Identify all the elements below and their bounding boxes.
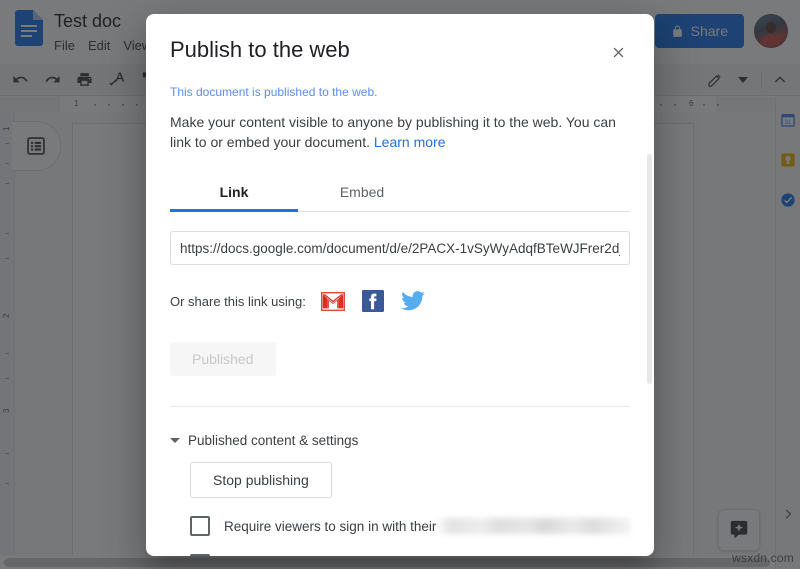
learn-more-link[interactable]: Learn more bbox=[374, 134, 446, 150]
dialog-title: Publish to the web bbox=[170, 36, 350, 64]
published-button: Published bbox=[170, 342, 276, 376]
close-icon[interactable] bbox=[606, 40, 630, 64]
stop-publishing-button[interactable]: Stop publishing bbox=[190, 462, 332, 498]
share-link-label: Or share this link using: bbox=[170, 294, 306, 309]
tab-link[interactable]: Link bbox=[170, 174, 298, 211]
published-url-value: https://docs.google.com/document/d/e/2PA… bbox=[180, 241, 620, 256]
tab-embed[interactable]: Embed bbox=[298, 174, 426, 211]
dialog-content: Publish to the web This document is publ… bbox=[146, 14, 654, 556]
require-signin-label: Require viewers to sign in with their bbox=[224, 519, 436, 534]
dialog-tabs: Link Embed bbox=[170, 174, 630, 212]
published-url-input[interactable]: https://docs.google.com/document/d/e/2PA… bbox=[170, 231, 630, 265]
twitter-icon[interactable] bbox=[400, 288, 426, 314]
require-signin-checkbox[interactable] bbox=[190, 516, 210, 536]
dialog-description: Make your content visible to anyone by p… bbox=[170, 112, 630, 152]
auto-republish-checkbox[interactable] bbox=[190, 554, 210, 556]
publish-to-web-dialog: Publish to the web This document is publ… bbox=[146, 14, 654, 556]
require-signin-label-wrap: Require viewers to sign in with their bbox=[224, 518, 630, 534]
redacted-domain bbox=[440, 518, 630, 534]
auto-republish-row: Automatically republish when changes are… bbox=[190, 554, 630, 556]
published-settings-header[interactable]: Published content & settings bbox=[170, 433, 630, 448]
dialog-scrollbar[interactable] bbox=[647, 154, 652, 384]
require-signin-row: Require viewers to sign in with their bbox=[190, 516, 630, 536]
dialog-header: Publish to the web bbox=[170, 14, 630, 64]
share-link-row: Or share this link using: bbox=[170, 288, 630, 314]
section-divider bbox=[170, 406, 630, 407]
chevron-down-icon bbox=[170, 438, 180, 443]
published-status-text: This document is published to the web. bbox=[170, 84, 630, 100]
gmail-icon[interactable] bbox=[320, 288, 346, 314]
published-settings-label: Published content & settings bbox=[188, 433, 358, 448]
watermark: wsxdn.com bbox=[732, 551, 794, 565]
facebook-icon[interactable] bbox=[360, 288, 386, 314]
